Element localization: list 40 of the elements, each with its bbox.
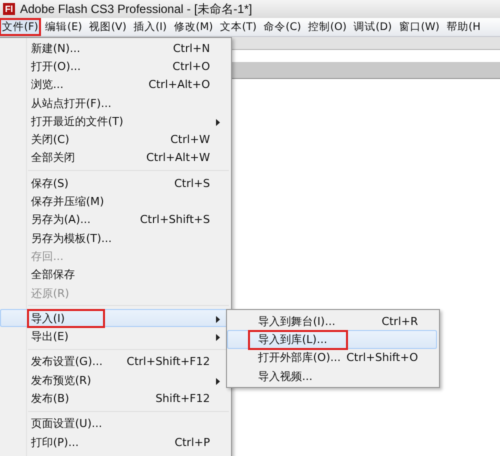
menu-item[interactable]: 导入到舞台(I)... Ctrl+R [229, 312, 437, 330]
menu-item[interactable]: 关闭(C) Ctrl+W [2, 130, 229, 149]
menu-title[interactable]: 文本(T) [218, 19, 259, 35]
submenu-arrow-icon [216, 119, 220, 126]
menu-item[interactable]: 导入到库(L)... [227, 330, 437, 349]
menu-item[interactable]: 全部保存 [2, 266, 229, 284]
window-title: Adobe Flash CS3 Professional - [未命名-1*] [20, 0, 252, 18]
menu-item[interactable]: 打开最近的文件(T) [2, 112, 229, 130]
menu-item[interactable]: 保存并压缩(M) [2, 192, 229, 211]
menu-item[interactable]: 新建(N)... Ctrl+N [2, 39, 229, 58]
menu-item[interactable]: 另存为模板(T)... [2, 228, 229, 248]
menu-item[interactable]: 发布(B) Shift+F12 [2, 389, 229, 408]
menu-title[interactable]: 插入(I) [131, 19, 169, 35]
submenu-arrow-icon [216, 334, 220, 342]
menu-item[interactable]: 导入视频... [229, 366, 437, 386]
menu-item[interactable]: 打印(P)... Ctrl+P [2, 432, 229, 452]
menu-item[interactable]: 保存(S) Ctrl+S [2, 174, 229, 192]
menu-title[interactable]: 命令(C) [262, 19, 304, 35]
submenu-arrow-icon [216, 378, 220, 386]
menu-item[interactable]: 发布预览(R) [2, 371, 229, 390]
menu-item[interactable]: 从站点打开(F)... [2, 94, 229, 112]
menu-item[interactable]: 导出(E) [2, 327, 229, 346]
menu-item[interactable]: 打开外部库(O)... Ctrl+Shift+O [229, 348, 437, 367]
menu-title[interactable]: 修改(M) [172, 19, 216, 35]
submenu-arrow-icon [216, 316, 220, 324]
menu-item[interactable]: 全部关闭 Ctrl+Alt+W [2, 148, 229, 168]
menu-title[interactable]: 调试(D) [352, 19, 394, 35]
menu-item[interactable]: 打开(O)... Ctrl+O [2, 57, 229, 76]
menu-item[interactable]: 发布设置(G)... Ctrl+Shift+F12 [2, 352, 229, 372]
menu-item[interactable]: 浏览... Ctrl+Alt+O [2, 76, 229, 94]
app-icon: Fl [3, 3, 15, 15]
menu-title[interactable]: 帮助(H [444, 19, 482, 35]
menu-title[interactable]: 编辑(E) [43, 19, 84, 35]
menu-title[interactable]: 窗口(W) [396, 19, 442, 35]
menu-item[interactable]: 另存为(A)... Ctrl+Shift+S [2, 210, 229, 229]
menu-title[interactable]: 视图(V) [87, 19, 128, 35]
menu-title[interactable]: 文件(F) [0, 19, 40, 35]
menu-item[interactable]: 导入(I) [0, 309, 229, 328]
menu-title[interactable]: 控制(O) [306, 19, 349, 35]
menu-item[interactable]: 页面设置(U)... [2, 414, 229, 433]
